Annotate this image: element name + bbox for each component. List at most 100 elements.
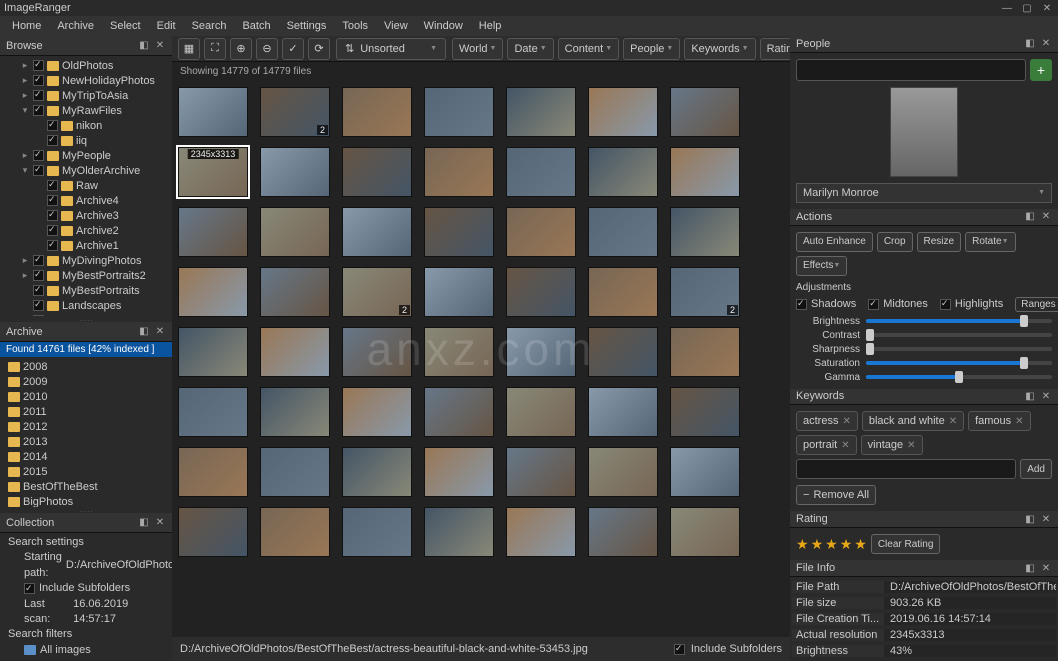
star-icon[interactable]: ★ [796,536,809,553]
thumbnail[interactable] [424,387,494,437]
remove-tag-icon[interactable]: ✕ [907,440,915,451]
thumbnail[interactable] [670,327,740,377]
add-person-button[interactable]: + [1030,59,1052,81]
zoom-out-icon[interactable]: ⊖ [256,38,278,60]
remove-tag-icon[interactable]: ✕ [1015,416,1023,427]
filter-keywords[interactable]: Keywords▼ [684,38,755,60]
tree-item[interactable]: Archive3 [0,208,172,223]
filter-date[interactable]: Date▼ [507,38,553,60]
remove-all-keywords-button[interactable]: − Remove All [796,485,876,505]
thumbnail[interactable] [178,207,248,257]
menu-home[interactable]: Home [4,17,49,35]
ranges-button[interactable]: Ranges [1015,297,1058,312]
thumbnail[interactable]: 2345x3313 [178,147,248,197]
checkbox-icon[interactable] [33,150,44,161]
menu-window[interactable]: Window [416,17,471,35]
menu-edit[interactable]: Edit [149,17,184,35]
remove-tag-icon[interactable]: ✕ [842,416,850,427]
thumbnail[interactable] [670,507,740,557]
checkbox-icon[interactable] [33,165,44,176]
thumbnail[interactable] [588,147,658,197]
checkbox-icon[interactable] [33,300,44,311]
thumbnail[interactable] [260,327,330,377]
thumbnail[interactable] [506,207,576,257]
close-panel-icon[interactable]: ✕ [1040,211,1052,223]
shadows-checkbox[interactable]: Shadows [796,298,856,310]
all-images-row[interactable]: All images [8,643,164,658]
checkbox-icon[interactable] [33,60,44,71]
undock-icon[interactable]: ◧ [1024,390,1036,402]
fullscreen-icon[interactable]: ⛶ [204,38,226,60]
menu-help[interactable]: Help [471,17,510,35]
star-icon[interactable]: ★ [811,536,824,553]
expand-icon[interactable]: ▸ [20,90,30,101]
tree-item[interactable]: ▸NewHolidayPhotos [0,73,172,88]
thumbnail[interactable] [424,327,494,377]
star-icon[interactable]: ★ [854,536,867,553]
checkbox-icon[interactable] [33,105,44,116]
thumbnail[interactable] [342,327,412,377]
expand-icon[interactable]: ▸ [20,75,30,86]
remove-tag-icon[interactable]: ✕ [949,416,957,427]
menu-archive[interactable]: Archive [49,17,102,35]
checkbox-icon[interactable] [47,240,58,251]
checkbox-icon[interactable] [674,644,685,655]
star-icon[interactable]: ★ [840,536,853,553]
auto-enhance-button[interactable]: Auto Enhance [796,232,873,252]
undock-icon[interactable]: ◧ [138,517,150,529]
thumbnail[interactable]: 2 [670,267,740,317]
checkbox-icon[interactable] [33,255,44,266]
thumbnail[interactable] [260,507,330,557]
remove-tag-icon[interactable]: ✕ [841,440,849,451]
thumbnail[interactable] [260,207,330,257]
undock-icon[interactable]: ◧ [1024,562,1036,574]
thumbnail[interactable] [342,207,412,257]
undock-icon[interactable]: ◧ [1024,211,1036,223]
thumbnail[interactable] [178,327,248,377]
brightness-slider[interactable] [866,319,1052,323]
tree-item[interactable]: iiq [0,133,172,148]
menu-batch[interactable]: Batch [234,17,278,35]
rotate-button[interactable]: Rotate ▼ [965,232,1015,252]
tree-item[interactable]: ▸OldPhotos [0,58,172,73]
thumbnail[interactable] [424,267,494,317]
gamma-slider[interactable] [866,375,1052,379]
thumbnail[interactable] [260,387,330,437]
close-panel-icon[interactable]: ✕ [154,40,166,52]
tree-item[interactable]: ▸MyBestPortraits2 [0,268,172,283]
thumbnail[interactable] [588,327,658,377]
expand-icon[interactable]: ▸ [20,255,30,266]
undock-icon[interactable]: ◧ [138,326,150,338]
expand-icon[interactable]: ▸ [20,60,30,71]
refresh-icon[interactable]: ⟳ [308,38,330,60]
close-panel-icon[interactable]: ✕ [1040,38,1052,50]
close-panel-icon[interactable]: ✕ [1040,513,1052,525]
archive-item[interactable]: BestOfTheBest [0,479,172,494]
thumbnail[interactable] [342,447,412,497]
thumbnail[interactable] [588,207,658,257]
archive-item[interactable]: 2010 [0,389,172,404]
thumbnail[interactable] [178,87,248,137]
checkbox-icon[interactable] [33,285,44,296]
thumbnail[interactable] [670,447,740,497]
thumbnail[interactable] [260,447,330,497]
tree-item[interactable]: Archive4 [0,193,172,208]
archive-item[interactable]: 2011 [0,404,172,419]
zoom-in-icon[interactable]: ⊕ [230,38,252,60]
tree-item[interactable]: Landscapes [0,298,172,313]
menu-tools[interactable]: Tools [334,17,376,35]
filter-world[interactable]: World▼ [452,38,503,60]
checkbox-icon[interactable] [47,210,58,221]
filter-content[interactable]: Content▼ [558,38,619,60]
thumbnail[interactable] [588,447,658,497]
tree-item[interactable]: MyBestPortraits [0,283,172,298]
thumbnail[interactable] [342,147,412,197]
thumbnail[interactable] [178,267,248,317]
thumbnail[interactable] [506,87,576,137]
checkbox-icon[interactable] [24,583,35,594]
archive-item[interactable]: 2015 [0,464,172,479]
effects-button[interactable]: Effects ▼ [796,256,847,276]
thumbnail[interactable]: 2 [342,267,412,317]
menu-view[interactable]: View [376,17,416,35]
checkbox-icon[interactable] [33,315,44,316]
